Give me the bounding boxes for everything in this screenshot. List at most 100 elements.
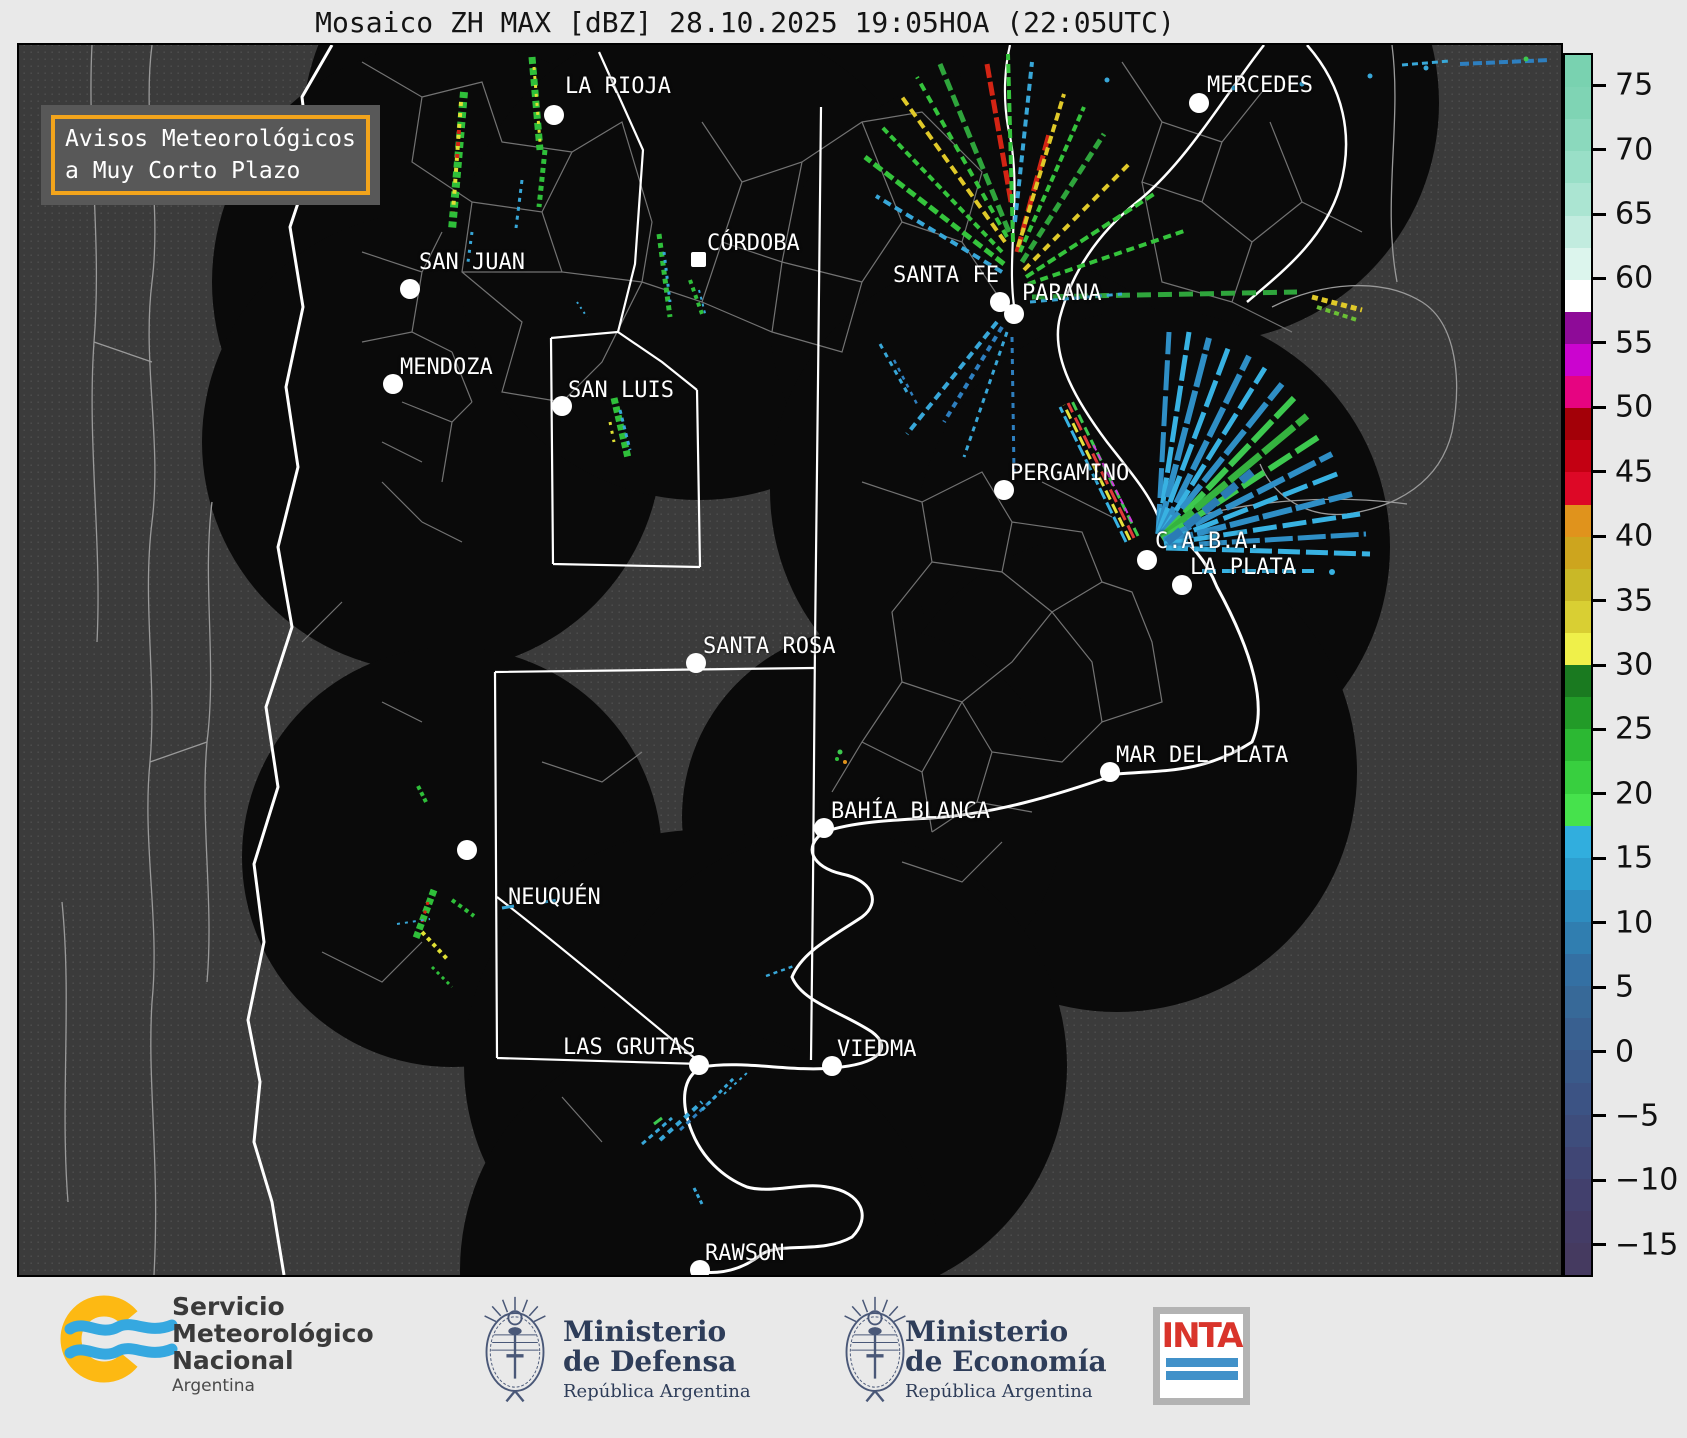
colorbar-tick <box>1593 405 1606 409</box>
colorbar-tick-label: 45 <box>1615 454 1654 490</box>
colorbar-segment <box>1565 279 1591 312</box>
colorbar-segment <box>1565 87 1591 120</box>
colorbar-tick <box>1593 148 1606 152</box>
colorbar-segment <box>1565 793 1591 826</box>
colorbar-segment <box>1565 857 1591 890</box>
map-graphics <box>19 45 1561 1275</box>
colorbar-segment <box>1565 921 1591 955</box>
colorbar-tick-label: 60 <box>1615 260 1654 296</box>
colorbar-tick-label: −15 <box>1615 1227 1679 1263</box>
colorbar-segment <box>1565 408 1591 441</box>
colorbar-tick <box>1593 1114 1606 1118</box>
colorbar-segment <box>1565 1178 1591 1211</box>
inta-logo: INTA <box>1153 1307 1250 1405</box>
colorbar-tick-label: 40 <box>1615 518 1654 554</box>
smn-logo-text: Servicio Meteorológico Nacional Argentin… <box>172 1293 374 1396</box>
colorbar-segment <box>1565 151 1591 184</box>
colorbar-tick-label: 50 <box>1615 389 1654 425</box>
colorbar-tick <box>1593 856 1606 860</box>
colorbar-segment <box>1565 568 1591 601</box>
warning-line-2: a Muy Corto Plazo <box>65 158 301 184</box>
economia-title-1: Ministerio <box>905 1315 1069 1348</box>
colorbar-tick-label: 0 <box>1615 1034 1635 1070</box>
colorbar-tick-label: −10 <box>1615 1162 1679 1198</box>
colorbar-tick-label: 30 <box>1615 647 1654 683</box>
colorbar-tick-label: 75 <box>1615 67 1654 103</box>
colorbar-tick <box>1593 985 1606 989</box>
colorbar-tick <box>1593 276 1606 280</box>
colorbar-segment <box>1565 986 1591 1019</box>
colorbar-segment <box>1565 632 1591 666</box>
smn-wave-icon <box>64 1343 178 1360</box>
colorbar-tick <box>1593 534 1606 538</box>
colorbar-tick-label: 20 <box>1615 776 1654 812</box>
ministerio-economia-block: Ministerio de Economía República Argenti… <box>905 1315 1107 1403</box>
colorbar-segment <box>1565 1018 1591 1051</box>
colorbar-segment <box>1565 311 1591 344</box>
colorbar-tick-label: 70 <box>1615 132 1654 168</box>
smn-wave-icon <box>64 1319 178 1336</box>
colorbar-tick-label: 55 <box>1615 325 1654 361</box>
colorbar-ticks: 75 70 65 60 55 50 45 40 35 30 25 20 15 10 5 0 −5 −10 −15 <box>1593 53 1687 1277</box>
colorbar-tick <box>1593 470 1606 474</box>
colorbar-tick-label: 65 <box>1615 196 1654 232</box>
colorbar-tick <box>1593 1050 1606 1054</box>
colorbar-tick-label: 5 <box>1615 969 1635 1005</box>
colorbar-segment <box>1565 697 1591 730</box>
colorbar-segment <box>1565 1050 1591 1083</box>
smn-line2: Meteorológico <box>172 1319 374 1348</box>
colorbar-tick <box>1593 663 1606 667</box>
defensa-subtitle: República Argentina <box>563 1381 751 1402</box>
colorbar-segment <box>1565 1243 1591 1276</box>
reflectivity-colorbar <box>1563 53 1593 1277</box>
radar-map: MERCEDES LA RIOJA SAN JUAN CÓRDOBA SANTA FE P… <box>17 43 1563 1277</box>
defensa-title-2: de Defensa <box>563 1345 737 1378</box>
colorbar-segment <box>1565 600 1591 633</box>
colorbar-tick <box>1593 341 1606 345</box>
colorbar-tick <box>1593 921 1606 925</box>
colorbar-segment <box>1565 1114 1591 1147</box>
colorbar-tick-label: −5 <box>1615 1098 1660 1134</box>
colorbar-segment <box>1565 119 1591 152</box>
colorbar-tick-label: 10 <box>1615 905 1654 941</box>
radar-product-page: Mosaico ZH MAX [dBZ] 28.10.2025 19:05HOA… <box>0 0 1687 1438</box>
colorbar-segment <box>1565 825 1591 858</box>
colorbar-segment <box>1565 183 1591 216</box>
smn-logo <box>60 1295 178 1383</box>
colorbar-segment <box>1565 472 1591 505</box>
colorbar-segment <box>1565 1146 1591 1179</box>
colorbar-segment <box>1565 761 1591 794</box>
page-title: Mosaico ZH MAX [dBZ] 28.10.2025 19:05HOA… <box>315 6 1175 39</box>
footer: Servicio Meteorológico Nacional Argentin… <box>0 1277 1687 1438</box>
colorbar-segment <box>1565 1210 1591 1244</box>
warning-line-1: Avisos Meteorológicos <box>65 126 356 152</box>
colorbar-tick <box>1593 1243 1606 1247</box>
colorbar-segment <box>1565 536 1591 569</box>
inta-bar <box>1165 1371 1238 1380</box>
colorbar-tick <box>1593 83 1606 87</box>
colorbar-segment <box>1565 954 1591 987</box>
colorbar-tick-label: 25 <box>1615 711 1654 747</box>
warning-box: Avisos Meteorológicos a Muy Corto Plazo <box>51 115 370 195</box>
colorbar-segment <box>1565 729 1591 762</box>
colorbar-segment <box>1565 889 1591 922</box>
smn-line3: Nacional <box>172 1346 294 1375</box>
colorbar-tick <box>1593 727 1606 731</box>
economia-title-2: de Economía <box>905 1345 1107 1378</box>
colorbar-tick <box>1593 792 1606 796</box>
inta-label: INTA <box>1161 1316 1244 1356</box>
smn-line4: Argentina <box>172 1376 255 1396</box>
colorbar-tick-label: 15 <box>1615 840 1654 876</box>
colorbar-segment <box>1565 504 1591 537</box>
colorbar-tick <box>1593 599 1606 603</box>
colorbar-segment <box>1565 343 1591 377</box>
colorbar-segment <box>1565 247 1591 280</box>
economia-subtitle: República Argentina <box>905 1381 1093 1402</box>
colorbar-segment <box>1565 1082 1591 1115</box>
colorbar-segment <box>1565 440 1591 473</box>
colorbar-tick <box>1593 212 1606 216</box>
colorbar-segment <box>1565 665 1591 698</box>
inta-bar <box>1165 1358 1238 1367</box>
defensa-coat-of-arms-icon <box>482 1295 548 1404</box>
defensa-title-1: Ministerio <box>563 1315 727 1348</box>
